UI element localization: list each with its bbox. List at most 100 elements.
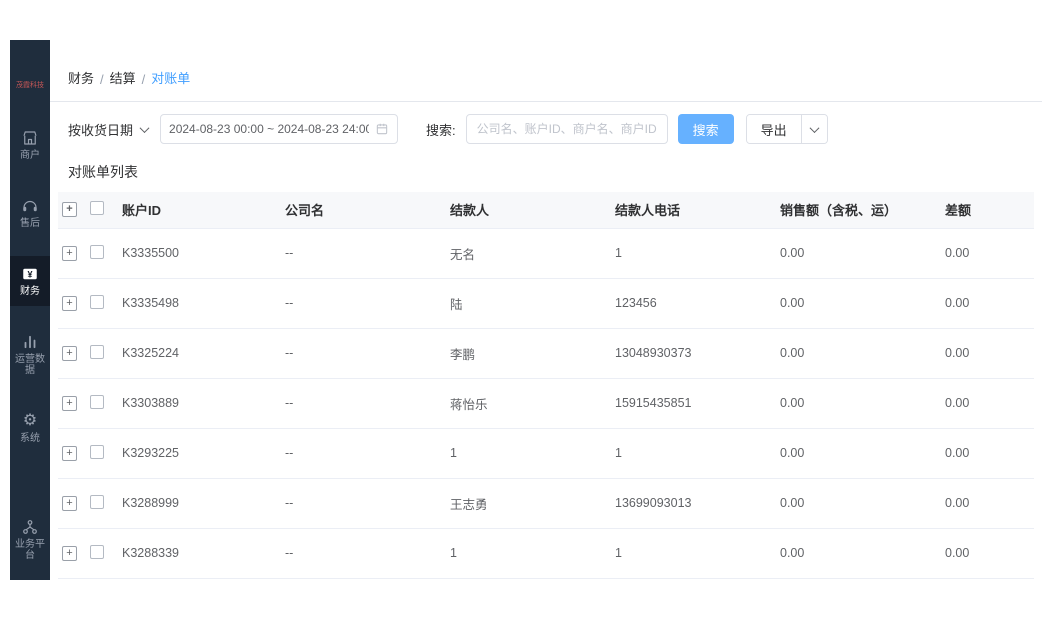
cell-sales: 0.00 bbox=[780, 478, 945, 528]
cell-payee: 1 bbox=[450, 428, 615, 478]
breadcrumb: 财务 / 结算 / 对账单 bbox=[50, 40, 1042, 102]
cell-phone: 13699093013 bbox=[615, 478, 780, 528]
cell-payee: 李鹏 bbox=[450, 328, 615, 378]
sidebar-item-merchant[interactable]: 商户 bbox=[10, 120, 50, 170]
cell-account-id: K3325224 bbox=[122, 328, 285, 378]
table-row: + K3288339 -- 1 1 0.00 0.00 bbox=[58, 528, 1034, 578]
row-checkbox[interactable] bbox=[90, 245, 104, 259]
cell-phone: 13048930373 bbox=[615, 328, 780, 378]
row-checkbox[interactable] bbox=[90, 295, 104, 309]
expand-row-button[interactable]: + bbox=[62, 496, 77, 511]
app-frame: 茂霞科技 商户 售后 ¥ bbox=[10, 40, 1042, 580]
calendar-icon bbox=[375, 122, 389, 136]
breadcrumb-current: 对账单 bbox=[151, 68, 190, 87]
expand-row-button[interactable]: + bbox=[62, 396, 77, 411]
table-header-row: + 账户ID 公司名 结款人 结款人电话 销售额（含税、运） 差额 bbox=[58, 192, 1034, 228]
sidebar-logo: 茂霞科技 bbox=[10, 68, 50, 102]
expand-row-button[interactable]: + bbox=[62, 296, 77, 311]
date-type-select[interactable]: 按收货日期 bbox=[68, 120, 148, 139]
cell-payee: 1 bbox=[450, 528, 615, 578]
cell-diff: 0.00 bbox=[945, 378, 1034, 428]
table-row: + K3325224 -- 李鹏 13048930373 0.00 0.00 bbox=[58, 328, 1034, 378]
sidebar-item-finance[interactable]: ¥ 财务 bbox=[10, 256, 50, 306]
row-checkbox[interactable] bbox=[90, 445, 104, 459]
breadcrumb-separator: / bbox=[100, 72, 104, 87]
table-row: + K3303889 -- 蒋怡乐 15915435851 0.00 0.00 bbox=[58, 378, 1034, 428]
cell-account-id: K3293225 bbox=[122, 428, 285, 478]
breadcrumb-separator: / bbox=[142, 72, 146, 87]
row-checkbox[interactable] bbox=[90, 345, 104, 359]
date-range-input[interactable] bbox=[169, 122, 369, 136]
row-checkbox[interactable] bbox=[90, 495, 104, 509]
sidebar-item-after-sales[interactable]: 售后 bbox=[10, 188, 50, 238]
row-checkbox[interactable] bbox=[90, 545, 104, 559]
date-range-picker[interactable] bbox=[160, 114, 398, 144]
cell-company: -- bbox=[285, 228, 450, 278]
search-input[interactable] bbox=[466, 114, 668, 144]
column-header-diff: 差额 bbox=[945, 192, 1034, 228]
sidebar-item-label: 商户 bbox=[12, 150, 48, 161]
expand-row-button[interactable]: + bbox=[62, 246, 77, 261]
sidebar-item-label: 运营数据 bbox=[12, 354, 48, 376]
filter-bar: 按收货日期 搜索: 搜索 导出 bbox=[50, 102, 1042, 154]
cell-payee: 陆 bbox=[450, 278, 615, 328]
cell-phone: 1 bbox=[615, 528, 780, 578]
yuan-icon: ¥ bbox=[21, 265, 39, 283]
page-title: 对账单列表 bbox=[50, 154, 1042, 192]
table-row: + K3335498 -- 陆 123456 0.00 0.00 bbox=[58, 278, 1034, 328]
cell-diff: 0.00 bbox=[945, 278, 1034, 328]
cell-sales: 0.00 bbox=[780, 328, 945, 378]
search-button[interactable]: 搜索 bbox=[678, 114, 734, 144]
cell-company: -- bbox=[285, 478, 450, 528]
cell-diff: 0.00 bbox=[945, 528, 1034, 578]
cell-sales: 0.00 bbox=[780, 228, 945, 278]
expand-row-button[interactable]: + bbox=[62, 546, 77, 561]
sidebar-item-label: 业务平台 bbox=[12, 539, 48, 561]
headset-icon bbox=[21, 197, 39, 215]
cell-diff: 0.00 bbox=[945, 228, 1034, 278]
export-dropdown-button[interactable] bbox=[801, 115, 827, 143]
cell-payee: 王志勇 bbox=[450, 478, 615, 528]
cell-account-id: K3288999 bbox=[122, 478, 285, 528]
sidebar-item-operations-data[interactable]: 运营数据 bbox=[10, 324, 50, 385]
sidebar-item-label: 售后 bbox=[12, 218, 48, 229]
column-header-account-id: 账户ID bbox=[122, 192, 285, 228]
sidebar-item-label: 财务 bbox=[12, 286, 48, 297]
chevron-down-icon bbox=[809, 123, 819, 133]
sitemap-icon bbox=[21, 518, 39, 536]
expand-row-button[interactable]: + bbox=[62, 346, 77, 361]
column-header-sales: 销售额（含税、运） bbox=[780, 192, 945, 228]
cell-account-id: K3335500 bbox=[122, 228, 285, 278]
cell-company: -- bbox=[285, 528, 450, 578]
chevron-down-icon bbox=[140, 123, 150, 133]
row-checkbox[interactable] bbox=[90, 395, 104, 409]
column-header-company: 公司名 bbox=[285, 192, 450, 228]
sidebar: 茂霞科技 商户 售后 ¥ bbox=[10, 40, 50, 580]
main-content: 财务 / 结算 / 对账单 按收货日期 搜索: 搜索 导出 bbox=[50, 40, 1042, 580]
export-button[interactable]: 导出 bbox=[747, 115, 801, 143]
sidebar-item-system[interactable]: ⚙ 系统 bbox=[10, 403, 50, 453]
cell-payee: 蒋怡乐 bbox=[450, 378, 615, 428]
select-all-checkbox[interactable] bbox=[90, 201, 104, 215]
table-row: + K3335500 -- 无名 1 0.00 0.00 bbox=[58, 228, 1034, 278]
expand-row-button[interactable]: + bbox=[62, 446, 77, 461]
cell-company: -- bbox=[285, 378, 450, 428]
cell-sales: 0.00 bbox=[780, 528, 945, 578]
expand-all-button[interactable]: + bbox=[62, 202, 77, 217]
search-label: 搜索: bbox=[426, 120, 456, 139]
cell-phone: 1 bbox=[615, 228, 780, 278]
sidebar-item-label: 系统 bbox=[12, 433, 48, 444]
sidebar-item-business-platform[interactable]: 业务平台 bbox=[10, 509, 50, 570]
breadcrumb-part[interactable]: 财务 bbox=[68, 68, 94, 87]
breadcrumb-part[interactable]: 结算 bbox=[110, 68, 136, 87]
cell-company: -- bbox=[285, 328, 450, 378]
cell-payee: 无名 bbox=[450, 228, 615, 278]
export-split-button: 导出 bbox=[746, 114, 828, 144]
cell-company: -- bbox=[285, 428, 450, 478]
cell-phone: 1 bbox=[615, 428, 780, 478]
column-header-payee: 结款人 bbox=[450, 192, 615, 228]
cell-phone: 15915435851 bbox=[615, 378, 780, 428]
cell-sales: 0.00 bbox=[780, 278, 945, 328]
date-type-label: 按收货日期 bbox=[68, 120, 133, 139]
store-icon bbox=[21, 129, 39, 147]
